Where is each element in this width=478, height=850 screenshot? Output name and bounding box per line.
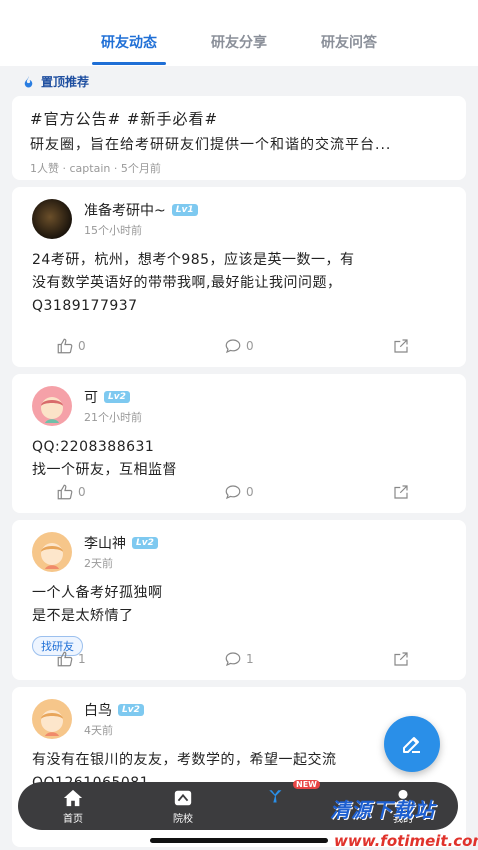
like-button[interactable]: 0 [56, 483, 86, 501]
post-author: 李山神 Lv2 2天前 [32, 532, 446, 572]
avatar-face-icon [41, 543, 63, 569]
post-actions: 0 0 [56, 331, 410, 361]
top-tabs: 研友动态 研友分享 研友问答 [0, 0, 478, 66]
community-logo: NEW [266, 780, 320, 826]
tab-home[interactable]: 首页 [38, 788, 108, 825]
like-button[interactable]: 1 [56, 650, 86, 668]
avatar[interactable] [32, 199, 72, 239]
community-icon [269, 790, 282, 803]
post-content: 一个人备考好孤独啊 是不是太矫情了 [32, 585, 163, 624]
thumbs-up-icon [57, 484, 73, 500]
edit-icon [403, 737, 420, 753]
share-button[interactable] [392, 483, 410, 501]
pinned-text: 研友圈，旨在给考研研友们提供一个和谐的交流平台... [30, 137, 392, 153]
avatar[interactable] [32, 386, 72, 426]
pinned-meta: 1人赞 · captain · 5个月前 [30, 162, 161, 175]
watermark-title: 清源下载站 [330, 798, 435, 822]
pinned-label: 置顶推荐 [41, 74, 90, 89]
thumbs-up-icon [57, 651, 73, 667]
pinned-tags: #官方公告# #新手必看# [30, 110, 219, 128]
comment-icon [225, 339, 241, 354]
like-button[interactable]: 0 [56, 337, 86, 355]
avatar[interactable] [32, 699, 72, 739]
home-icon [63, 789, 83, 806]
home-indicator [150, 838, 328, 843]
author-name[interactable]: 李山神 [84, 533, 126, 553]
thumbs-up-icon [57, 338, 73, 354]
post-time: 21个小时前 [84, 411, 142, 424]
compose-button[interactable] [384, 716, 440, 772]
school-icon [174, 790, 192, 805]
avatar-face-icon [41, 397, 63, 423]
share-button[interactable] [392, 337, 410, 355]
post-card[interactable]: 李山神 Lv2 2天前 一个人备考好孤独啊 是不是太矫情了 找研友 1 1 [12, 520, 466, 680]
post-author: 准备考研中~ Lv1 15个小时前 [32, 199, 446, 239]
post-author: 可 Lv2 21个小时前 [32, 386, 446, 426]
comment-button[interactable]: 0 [224, 483, 254, 501]
post-time: 15个小时前 [84, 224, 142, 237]
post-actions: 1 1 [56, 644, 410, 674]
comment-icon [225, 485, 241, 500]
tab-dynamics[interactable]: 研友动态 [92, 32, 166, 65]
post-content: QQ:2208388631 找一个研友，互相监督 [32, 439, 177, 478]
post-card[interactable]: 准备考研中~ Lv1 15个小时前 24考研，杭州，想考个985，应该是英一数一… [12, 187, 466, 367]
avatar[interactable] [32, 532, 72, 572]
pinned-header: 置顶推荐 [0, 66, 478, 96]
post-time: 2天前 [84, 557, 113, 570]
author-name[interactable]: 白鸟 [84, 700, 112, 720]
tab-qa[interactable]: 研友问答 [321, 32, 377, 56]
post-author: 白鸟 Lv2 4天前 [32, 699, 446, 739]
author-name[interactable]: 可 [84, 387, 98, 407]
tab-community[interactable]: NEW [258, 780, 328, 826]
tab-school[interactable]: 院校 [148, 788, 218, 825]
share-icon [394, 485, 408, 499]
post-content: 24考研，杭州，想考个985，应该是英一数一，有 没有数学英语好的带带我啊,最好… [32, 252, 355, 314]
level-badge: Lv1 [171, 204, 198, 216]
share-icon [394, 339, 408, 353]
post-actions: 0 0 [56, 477, 410, 507]
comment-button[interactable]: 1 [224, 650, 254, 668]
post-time: 4天前 [84, 724, 113, 737]
comment-button[interactable]: 0 [224, 337, 254, 355]
share-button[interactable] [392, 650, 410, 668]
watermark-url: www.fotimeit.com [334, 832, 478, 850]
level-badge: Lv2 [132, 537, 158, 549]
author-name[interactable]: 准备考研中~ [84, 200, 166, 220]
new-badge: NEW [293, 780, 320, 789]
comment-icon [225, 652, 241, 667]
share-icon [394, 652, 408, 666]
level-badge: Lv2 [104, 391, 130, 403]
tab-share[interactable]: 研友分享 [211, 32, 267, 56]
post-card[interactable]: 可 Lv2 21个小时前 QQ:2208388631 找一个研友，互相监督 0 … [12, 374, 466, 513]
avatar-face-icon [41, 710, 63, 736]
pinned-post[interactable]: #官方公告# #新手必看# 研友圈，旨在给考研研友们提供一个和谐的交流平台...… [12, 96, 466, 180]
fire-icon [24, 75, 33, 87]
level-badge: Lv2 [118, 704, 144, 716]
